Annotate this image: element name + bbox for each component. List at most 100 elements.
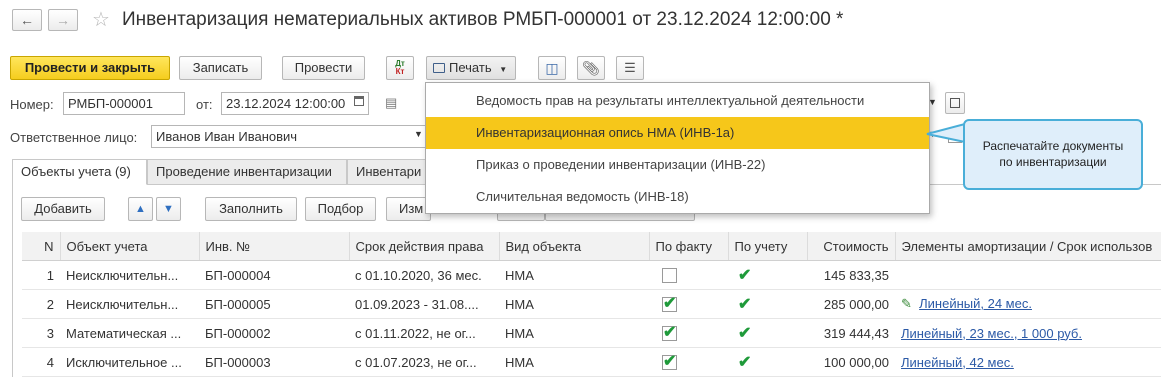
open-button[interactable] bbox=[945, 92, 965, 114]
dropdown-arrow-icon[interactable]: ▼ bbox=[414, 129, 423, 139]
term-cell[interactable]: с 01.10.2020, 36 мес. bbox=[349, 260, 499, 290]
back-button[interactable]: ← bbox=[12, 9, 42, 31]
print-button[interactable]: Печать ▼ bbox=[426, 56, 516, 80]
more-button[interactable]: ☰ bbox=[616, 56, 644, 80]
fill-button[interactable]: Заполнить bbox=[205, 197, 297, 221]
post-and-close-button[interactable]: Провести и закрыть bbox=[10, 56, 170, 80]
print-button-label: Печать bbox=[449, 60, 492, 75]
table-row[interactable]: 4 Исключительное ... БП-000003 с 01.07.2… bbox=[22, 347, 1161, 377]
hint-line-2: по инвентаризации bbox=[999, 155, 1107, 169]
number-field[interactable]: РМБП-000001 bbox=[63, 92, 185, 115]
tab-conducting[interactable]: Проведение инвентаризации bbox=[147, 159, 347, 185]
cost-cell[interactable]: 145 833,35 bbox=[807, 260, 895, 290]
column-header[interactable]: По факту bbox=[649, 232, 729, 261]
responsible-label: Ответственное лицо: bbox=[10, 130, 138, 145]
inv-cell[interactable]: БП-000002 bbox=[199, 318, 349, 348]
arrow-up-icon: ▲ bbox=[135, 203, 146, 215]
hint-tooltip: Распечатайте документы по инвентаризации bbox=[963, 119, 1143, 190]
amort-cell[interactable] bbox=[895, 260, 1161, 290]
table-row[interactable]: 3 Математическая ... БП-000002 с 01.11.2… bbox=[22, 318, 1161, 348]
column-header[interactable]: Инв. № bbox=[199, 232, 350, 261]
arrow-down-icon: ▼ bbox=[163, 203, 174, 215]
structure-button[interactable]: ◫ bbox=[538, 56, 566, 80]
object-cell[interactable]: Неисключительн... bbox=[60, 289, 199, 319]
tab-inventory[interactable]: Инвентари bbox=[347, 159, 427, 185]
fact-checkbox[interactable]: ✔ bbox=[662, 295, 677, 313]
kind-cell[interactable]: НМА bbox=[499, 318, 649, 348]
column-header[interactable]: Элементы амортизации / Срок использов bbox=[895, 232, 1161, 261]
check-icon: ✔ bbox=[738, 354, 752, 371]
column-header[interactable]: По учету bbox=[728, 232, 808, 261]
comment-icon[interactable]: ▤ bbox=[385, 95, 397, 111]
amort-link[interactable]: Линейный, 24 мес. bbox=[919, 296, 1032, 311]
select-button[interactable]: Подбор bbox=[305, 197, 376, 221]
tab-panel-left-border bbox=[12, 184, 13, 377]
check-icon: ✔ bbox=[663, 295, 677, 313]
kind-cell[interactable]: НМА bbox=[499, 260, 649, 290]
post-button[interactable]: Провести bbox=[282, 56, 365, 80]
column-header[interactable]: Стоимость bbox=[807, 232, 896, 261]
fact-checkbox[interactable] bbox=[662, 268, 677, 284]
check-icon: ✔ bbox=[738, 267, 752, 284]
column-header[interactable]: Срок действия права bbox=[349, 232, 500, 261]
open-window-icon bbox=[950, 98, 960, 108]
check-icon: ✔ bbox=[663, 324, 677, 342]
column-header[interactable]: Вид объекта bbox=[499, 232, 650, 261]
table-row[interactable]: 1 Неисключительн... БП-000004 с 01.10.20… bbox=[22, 260, 1161, 290]
paperclip-icon: 📎︎ bbox=[582, 59, 600, 76]
kind-cell[interactable]: НМА bbox=[499, 289, 649, 319]
row-number: 1 bbox=[22, 260, 60, 290]
table-row[interactable]: 2 Неисключительн... БП-000005 01.09.2023… bbox=[22, 289, 1161, 319]
term-cell[interactable]: с 01.07.2023, не ог... bbox=[349, 347, 499, 377]
term-cell[interactable]: 01.09.2023 - 31.08.... bbox=[349, 289, 499, 319]
favorite-star-icon[interactable]: ☆ bbox=[92, 7, 110, 32]
cost-cell[interactable]: 285 000,00 bbox=[807, 289, 895, 319]
add-button[interactable]: Добавить bbox=[21, 197, 105, 221]
print-menu-item-inv18[interactable]: Сличительная ведомость (ИНВ-18) bbox=[426, 181, 929, 213]
pencil-icon[interactable]: ✎ bbox=[901, 296, 912, 311]
forward-button[interactable]: → bbox=[48, 9, 78, 31]
object-cell[interactable]: Неисключительн... bbox=[60, 260, 199, 290]
responsible-field[interactable]: Иванов Иван Иванович bbox=[151, 125, 426, 148]
row-number: 4 bbox=[22, 347, 60, 377]
move-up-button[interactable]: ▲ bbox=[128, 197, 153, 221]
fact-checkbox[interactable]: ✔ bbox=[662, 324, 677, 342]
dtkt-icon: Дт Кт bbox=[395, 59, 405, 76]
inv-cell[interactable]: БП-000005 bbox=[199, 289, 349, 319]
column-header[interactable]: Объект учета bbox=[60, 232, 200, 261]
save-button[interactable]: Записать bbox=[179, 56, 262, 80]
inv-cell[interactable]: БП-000004 bbox=[199, 260, 349, 290]
print-menu-item-inv1a[interactable]: Инвентаризационная опись НМА (ИНВ-1а) bbox=[426, 117, 929, 149]
forward-arrow-icon: → bbox=[56, 12, 70, 28]
calendar-icon[interactable] bbox=[354, 96, 364, 106]
dtkt-button[interactable]: Дт Кт bbox=[386, 56, 414, 80]
object-cell[interactable]: Исключительное ... bbox=[60, 347, 199, 377]
date-field[interactable]: 23.12.2024 12:00:00 bbox=[221, 92, 369, 115]
structure-icon: ◫ bbox=[545, 59, 559, 76]
objects-table: N Объект учета Инв. № Срок действия прав… bbox=[22, 232, 1161, 377]
print-menu-item-rights-statement[interactable]: Ведомость прав на результаты интеллектуа… bbox=[426, 85, 929, 117]
number-label: Номер: bbox=[10, 97, 54, 112]
cost-cell[interactable]: 100 000,00 bbox=[807, 347, 895, 377]
fact-checkbox[interactable]: ✔ bbox=[662, 353, 677, 371]
print-menu: Ведомость прав на результаты интеллектуа… bbox=[425, 82, 930, 214]
tab-objects[interactable]: Объекты учета (9) bbox=[12, 159, 147, 185]
cost-cell[interactable]: 319 444,43 bbox=[807, 318, 895, 348]
attach-button[interactable]: 📎︎ bbox=[577, 56, 605, 80]
object-cell[interactable]: Математическая ... bbox=[60, 318, 199, 348]
term-cell[interactable]: с 01.11.2022, не ог... bbox=[349, 318, 499, 348]
move-down-button[interactable]: ▼ bbox=[156, 197, 181, 221]
kind-cell[interactable]: НМА bbox=[499, 347, 649, 377]
back-arrow-icon: ← bbox=[20, 12, 34, 28]
amort-link[interactable]: Линейный, 23 мес., 1 000 руб. bbox=[901, 326, 1082, 341]
list-icon: ☰ bbox=[624, 60, 636, 75]
amort-link[interactable]: Линейный, 42 мес. bbox=[901, 355, 1014, 370]
check-icon: ✔ bbox=[738, 325, 752, 342]
inv-cell[interactable]: БП-000003 bbox=[199, 347, 349, 377]
printer-icon bbox=[433, 63, 445, 73]
print-menu-item-inv22[interactable]: Приказ о проведении инвентаризации (ИНВ-… bbox=[426, 149, 929, 181]
column-header[interactable]: N bbox=[22, 232, 61, 261]
row-number: 3 bbox=[22, 318, 60, 348]
table-header: N Объект учета Инв. № Срок действия прав… bbox=[22, 232, 1161, 261]
page-title: Инвентаризация нематериальных активов РМ… bbox=[122, 9, 844, 30]
